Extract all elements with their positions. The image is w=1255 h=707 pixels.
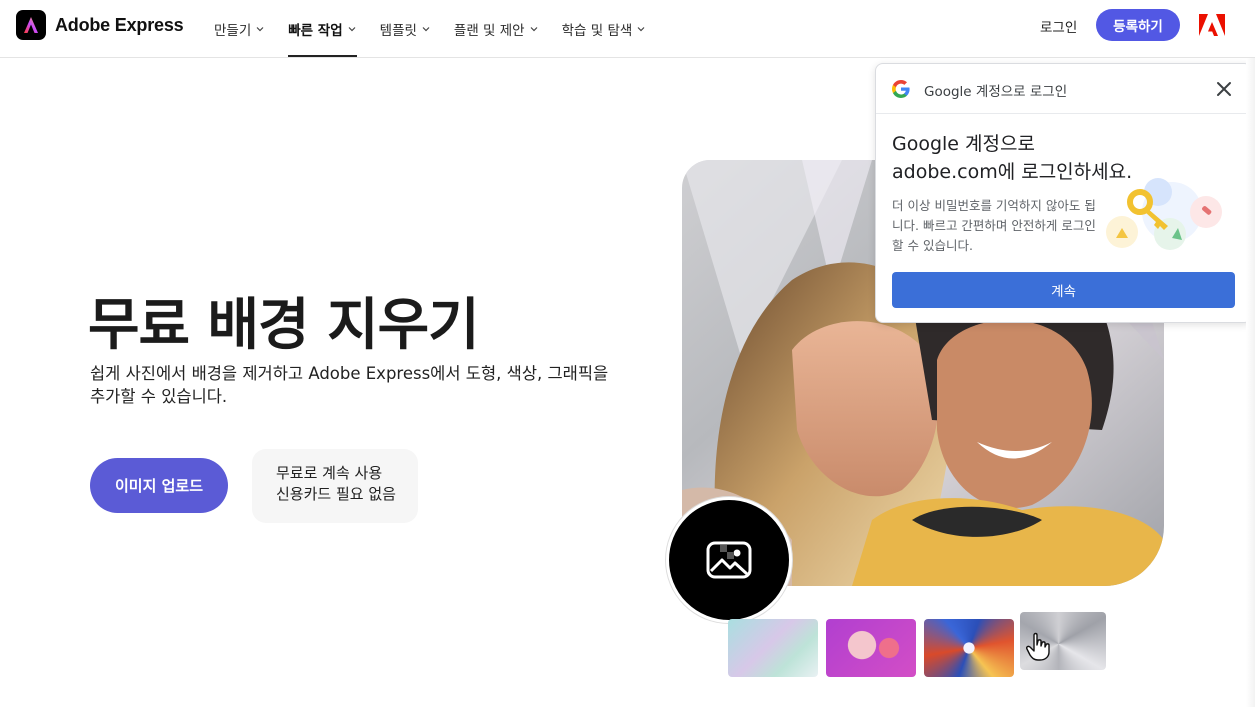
chevron-down-icon bbox=[256, 27, 264, 32]
image-badge bbox=[666, 497, 792, 623]
chevron-down-icon bbox=[348, 27, 356, 32]
nav-label: 빠른 작업 bbox=[288, 23, 343, 39]
site-header: Adobe Express 만들기 빠른 작업 템플릿 플랜 및 제안 학습 및… bbox=[0, 0, 1255, 58]
signup-button[interactable]: 등록하기 bbox=[1096, 9, 1180, 41]
google-signin-popup: Google 계정으로 로그인 Google 계정으로 adobe.com에 로… bbox=[875, 63, 1252, 323]
nav-label: 템플릿 bbox=[379, 23, 417, 39]
chevron-down-icon bbox=[530, 27, 538, 32]
sample-thumbnail[interactable] bbox=[728, 619, 818, 677]
nav-item-quick-actions[interactable]: 빠른 작업 bbox=[288, 0, 358, 58]
adobe-logo-icon[interactable] bbox=[1199, 14, 1225, 36]
popup-header: Google 계정으로 로그인 bbox=[876, 64, 1251, 114]
page-title: 무료 배경 지우기 bbox=[88, 293, 480, 358]
nav-label: 만들기 bbox=[214, 23, 252, 39]
sample-thumbnail[interactable] bbox=[924, 619, 1014, 677]
nav-label: 학습 및 탐색 bbox=[561, 23, 633, 39]
close-icon[interactable] bbox=[1216, 81, 1232, 97]
brand-logo[interactable]: Adobe Express bbox=[16, 10, 184, 40]
popup-title-line-1: Google 계정으로 bbox=[892, 133, 1035, 155]
adobe-express-logo-icon bbox=[16, 10, 46, 40]
popup-header-text: Google 계정으로 로그인 bbox=[924, 84, 1068, 100]
nav-item-plans[interactable]: 플랜 및 제안 bbox=[454, 0, 539, 58]
free-line-1: 무료로 계속 사용 bbox=[276, 464, 383, 482]
free-info-box: 무료로 계속 사용 신용카드 필요 없음 bbox=[252, 449, 418, 523]
nav-item-create[interactable]: 만들기 bbox=[214, 0, 265, 58]
sample-thumbnail[interactable] bbox=[826, 619, 916, 677]
chevron-down-icon bbox=[637, 27, 645, 32]
nav-item-templates[interactable]: 템플릿 bbox=[380, 0, 431, 58]
key-icon bbox=[1106, 178, 1222, 250]
scrollbar[interactable] bbox=[1246, 58, 1255, 707]
google-g-icon bbox=[892, 80, 910, 98]
chevron-down-icon bbox=[422, 27, 430, 32]
brand-name: Adobe Express bbox=[55, 14, 184, 35]
upload-image-button[interactable]: 이미지 업로드 bbox=[90, 458, 228, 513]
free-line-2: 신용카드 필요 없음 bbox=[276, 485, 396, 503]
sample-thumbnails bbox=[728, 612, 1108, 680]
popup-description: 더 이상 비밀번호를 기억하지 않아도 됩니다. 빠르고 간편하며 안전하게 로… bbox=[892, 198, 1096, 253]
continue-button[interactable]: 계속 bbox=[892, 272, 1235, 308]
login-link[interactable]: 로그인 bbox=[1040, 16, 1077, 36]
hand-cursor-icon bbox=[1026, 632, 1050, 661]
hero-subtitle: 쉽게 사진에서 배경을 제거하고 Adobe Express에서 도형, 색상,… bbox=[90, 364, 609, 406]
image-icon bbox=[706, 541, 752, 579]
nav-label: 플랜 및 제안 bbox=[453, 23, 525, 39]
nav-item-learn[interactable]: 학습 및 탐색 bbox=[562, 0, 647, 58]
main-nav: 만들기 빠른 작업 템플릿 플랜 및 제안 학습 및 탐색 bbox=[214, 0, 669, 58]
